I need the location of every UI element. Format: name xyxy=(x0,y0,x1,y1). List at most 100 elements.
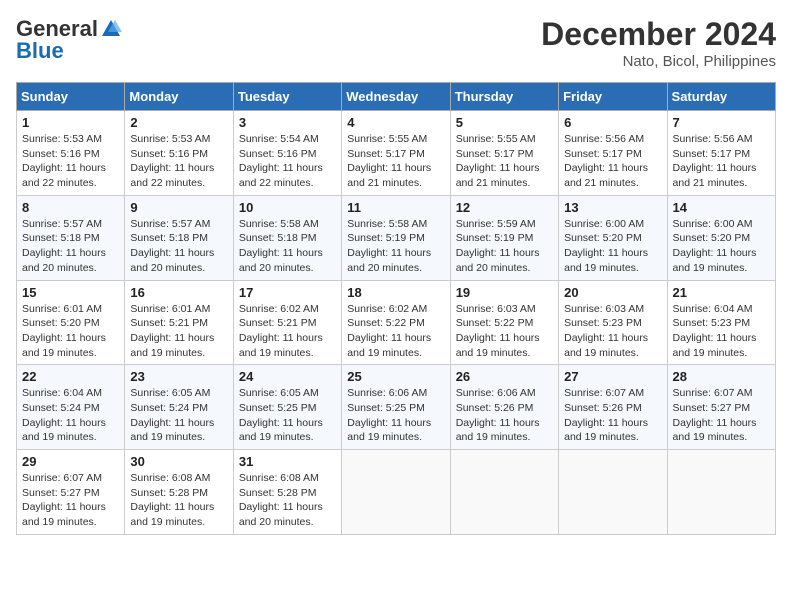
calendar-cell: 4Sunrise: 5:55 AM Sunset: 5:17 PM Daylig… xyxy=(342,111,450,196)
day-info: Sunrise: 6:00 AM Sunset: 5:20 PM Dayligh… xyxy=(673,217,770,276)
day-number: 29 xyxy=(22,454,119,469)
day-number: 3 xyxy=(239,115,336,130)
day-number: 16 xyxy=(130,285,227,300)
day-info: Sunrise: 5:54 AM Sunset: 5:16 PM Dayligh… xyxy=(239,132,336,191)
day-number: 28 xyxy=(673,369,770,384)
day-info: Sunrise: 6:07 AM Sunset: 5:27 PM Dayligh… xyxy=(22,471,119,530)
weekday-header-thursday: Thursday xyxy=(450,83,558,111)
day-number: 13 xyxy=(564,200,661,215)
calendar-week-2: 8 Sunrise: 5:57 AM Sunset: 5:18 PM Daylig… xyxy=(17,195,776,280)
calendar-cell: 11 Sunrise: 5:58 AM Sunset: 5:19 PM Dayli… xyxy=(342,195,450,280)
page-header: General Blue December 2024 Nato, Bicol, … xyxy=(16,16,776,70)
day-info: Sunrise: 5:56 AM Sunset: 5:17 PM Dayligh… xyxy=(564,132,661,191)
day-info: Sunrise: 5:55 AM Sunset: 5:17 PM Dayligh… xyxy=(347,132,444,191)
calendar-cell: 1 Sunrise: 5:53 AM Sunset: 5:16 PM Daylig… xyxy=(17,111,125,196)
calendar-cell: 6 Sunrise: 5:56 AM Sunset: 5:17 PM Daylig… xyxy=(559,111,667,196)
day-info: Sunrise: 6:01 AM Sunset: 5:20 PM Dayligh… xyxy=(22,302,119,361)
day-info: Sunrise: 6:08 AM Sunset: 5:28 PM Dayligh… xyxy=(239,471,336,530)
calendar-cell: 25Sunrise: 6:06 AM Sunset: 5:25 PM Dayli… xyxy=(342,365,450,450)
calendar-cell: 24 Sunrise: 6:05 AM Sunset: 5:25 PM Dayli… xyxy=(233,365,341,450)
day-info: Sunrise: 5:57 AM Sunset: 5:18 PM Dayligh… xyxy=(130,217,227,276)
calendar-cell xyxy=(667,450,775,535)
day-number: 8 xyxy=(22,200,119,215)
day-info: Sunrise: 6:05 AM Sunset: 5:25 PM Dayligh… xyxy=(239,386,336,445)
weekday-header-sunday: Sunday xyxy=(17,83,125,111)
calendar-cell: 21Sunrise: 6:04 AM Sunset: 5:23 PM Dayli… xyxy=(667,280,775,365)
day-info: Sunrise: 6:07 AM Sunset: 5:27 PM Dayligh… xyxy=(673,386,770,445)
calendar-week-4: 22 Sunrise: 6:04 AM Sunset: 5:24 PM Dayli… xyxy=(17,365,776,450)
calendar-cell: 23Sunrise: 6:05 AM Sunset: 5:24 PM Dayli… xyxy=(125,365,233,450)
day-number: 15 xyxy=(22,285,119,300)
day-info: Sunrise: 5:58 AM Sunset: 5:18 PM Dayligh… xyxy=(239,217,336,276)
day-number: 9 xyxy=(130,200,227,215)
day-number: 14 xyxy=(673,200,770,215)
day-number: 7 xyxy=(673,115,770,130)
day-info: Sunrise: 6:05 AM Sunset: 5:24 PM Dayligh… xyxy=(130,386,227,445)
calendar-header-row: SundayMondayTuesdayWednesdayThursdayFrid… xyxy=(17,83,776,111)
calendar-cell: 14 Sunrise: 6:00 AM Sunset: 5:20 PM Dayli… xyxy=(667,195,775,280)
calendar-cell: 9 Sunrise: 5:57 AM Sunset: 5:18 PM Daylig… xyxy=(125,195,233,280)
location: Nato, Bicol, Philippines xyxy=(541,53,776,70)
calendar-cell: 13 Sunrise: 6:00 AM Sunset: 5:20 PM Dayli… xyxy=(559,195,667,280)
day-number: 18 xyxy=(347,285,444,300)
calendar-cell xyxy=(342,450,450,535)
weekday-header-friday: Friday xyxy=(559,83,667,111)
calendar-table: SundayMondayTuesdayWednesdayThursdayFrid… xyxy=(16,82,776,535)
calendar-cell: 15 Sunrise: 6:01 AM Sunset: 5:20 PM Dayli… xyxy=(17,280,125,365)
day-number: 25 xyxy=(347,369,444,384)
day-number: 22 xyxy=(22,369,119,384)
day-number: 26 xyxy=(456,369,553,384)
day-number: 19 xyxy=(456,285,553,300)
day-number: 12 xyxy=(456,200,553,215)
calendar-cell: 2Sunrise: 5:53 AM Sunset: 5:16 PM Daylig… xyxy=(125,111,233,196)
day-info: Sunrise: 6:02 AM Sunset: 5:22 PM Dayligh… xyxy=(347,302,444,361)
logo: General Blue xyxy=(16,16,122,64)
day-number: 6 xyxy=(564,115,661,130)
weekday-header-wednesday: Wednesday xyxy=(342,83,450,111)
day-number: 30 xyxy=(130,454,227,469)
day-info: Sunrise: 6:02 AM Sunset: 5:21 PM Dayligh… xyxy=(239,302,336,361)
calendar-week-1: 1 Sunrise: 5:53 AM Sunset: 5:16 PM Daylig… xyxy=(17,111,776,196)
calendar-cell: 12 Sunrise: 5:59 AM Sunset: 5:19 PM Dayli… xyxy=(450,195,558,280)
weekday-header-monday: Monday xyxy=(125,83,233,111)
logo-blue: Blue xyxy=(16,38,64,64)
day-number: 11 xyxy=(347,200,444,215)
logo-icon xyxy=(100,18,122,40)
calendar-week-3: 15 Sunrise: 6:01 AM Sunset: 5:20 PM Dayli… xyxy=(17,280,776,365)
calendar-cell: 10 Sunrise: 5:58 AM Sunset: 5:18 PM Dayli… xyxy=(233,195,341,280)
calendar-cell: 27 Sunrise: 6:07 AM Sunset: 5:26 PM Dayli… xyxy=(559,365,667,450)
calendar-cell: 3 Sunrise: 5:54 AM Sunset: 5:16 PM Daylig… xyxy=(233,111,341,196)
day-number: 21 xyxy=(673,285,770,300)
calendar-cell: 19 Sunrise: 6:03 AM Sunset: 5:22 PM Dayli… xyxy=(450,280,558,365)
weekday-header-tuesday: Tuesday xyxy=(233,83,341,111)
calendar-cell: 16 Sunrise: 6:01 AM Sunset: 5:21 PM Dayli… xyxy=(125,280,233,365)
day-info: Sunrise: 6:01 AM Sunset: 5:21 PM Dayligh… xyxy=(130,302,227,361)
calendar-cell: 29 Sunrise: 6:07 AM Sunset: 5:27 PM Dayli… xyxy=(17,450,125,535)
day-info: Sunrise: 6:08 AM Sunset: 5:28 PM Dayligh… xyxy=(130,471,227,530)
day-info: Sunrise: 6:07 AM Sunset: 5:26 PM Dayligh… xyxy=(564,386,661,445)
weekday-header-saturday: Saturday xyxy=(667,83,775,111)
calendar-cell xyxy=(559,450,667,535)
day-number: 1 xyxy=(22,115,119,130)
day-number: 10 xyxy=(239,200,336,215)
day-info: Sunrise: 5:56 AM Sunset: 5:17 PM Dayligh… xyxy=(673,132,770,191)
calendar-cell: 28 Sunrise: 6:07 AM Sunset: 5:27 PM Dayli… xyxy=(667,365,775,450)
day-number: 20 xyxy=(564,285,661,300)
calendar-cell: 20Sunrise: 6:03 AM Sunset: 5:23 PM Dayli… xyxy=(559,280,667,365)
day-info: Sunrise: 6:03 AM Sunset: 5:22 PM Dayligh… xyxy=(456,302,553,361)
day-number: 2 xyxy=(130,115,227,130)
day-number: 27 xyxy=(564,369,661,384)
calendar-cell: 8Sunrise: 5:57 AM Sunset: 5:18 PM Daylig… xyxy=(17,195,125,280)
calendar-cell xyxy=(450,450,558,535)
calendar-week-5: 29 Sunrise: 6:07 AM Sunset: 5:27 PM Dayli… xyxy=(17,450,776,535)
day-number: 17 xyxy=(239,285,336,300)
day-info: Sunrise: 5:59 AM Sunset: 5:19 PM Dayligh… xyxy=(456,217,553,276)
day-info: Sunrise: 6:00 AM Sunset: 5:20 PM Dayligh… xyxy=(564,217,661,276)
day-info: Sunrise: 5:58 AM Sunset: 5:19 PM Dayligh… xyxy=(347,217,444,276)
day-info: Sunrise: 5:53 AM Sunset: 5:16 PM Dayligh… xyxy=(22,132,119,191)
day-number: 31 xyxy=(239,454,336,469)
calendar-cell: 26 Sunrise: 6:06 AM Sunset: 5:26 PM Dayli… xyxy=(450,365,558,450)
day-info: Sunrise: 6:04 AM Sunset: 5:24 PM Dayligh… xyxy=(22,386,119,445)
day-number: 24 xyxy=(239,369,336,384)
day-info: Sunrise: 6:06 AM Sunset: 5:26 PM Dayligh… xyxy=(456,386,553,445)
